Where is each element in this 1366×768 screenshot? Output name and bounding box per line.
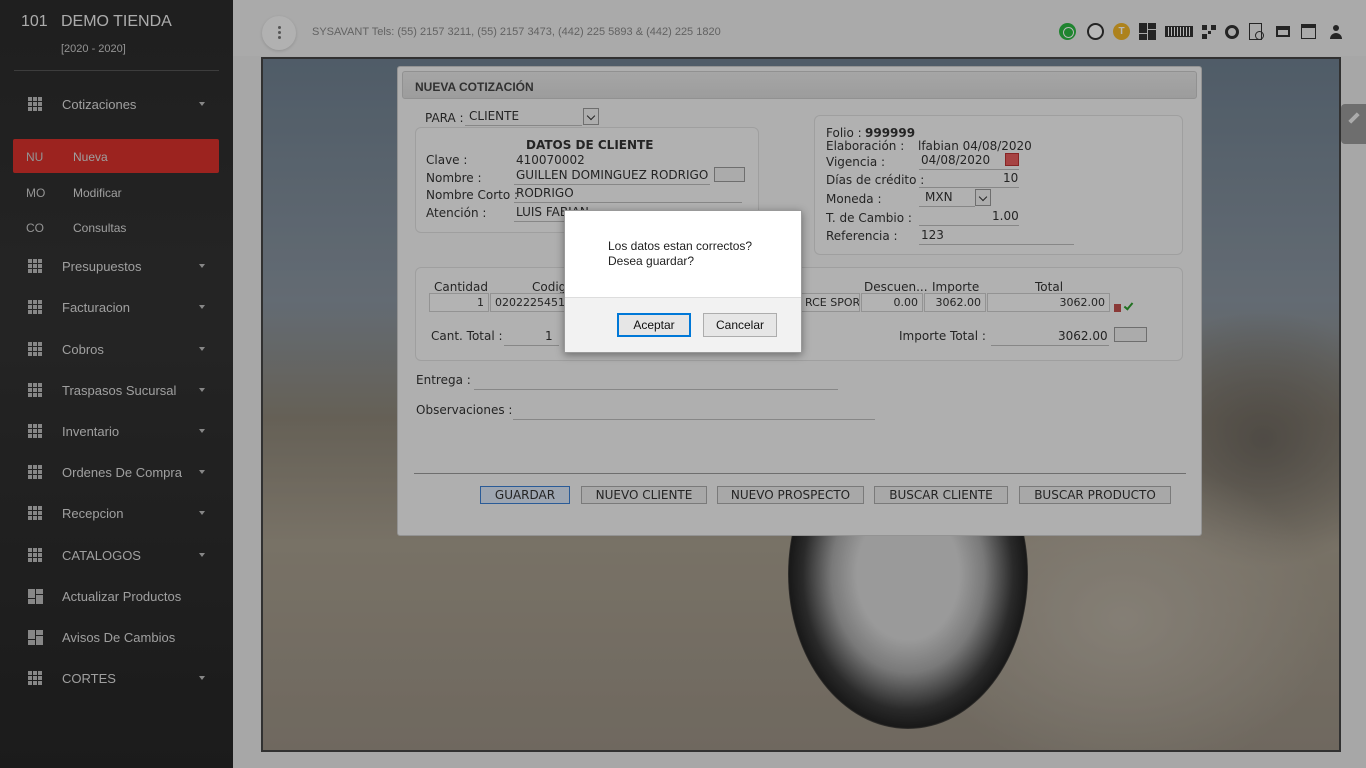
dialog-message-line2: Desea guardar? <box>608 254 695 268</box>
accept-button[interactable]: Aceptar <box>617 313 691 337</box>
dialog-footer: Aceptar Cancelar <box>565 297 801 352</box>
modal-overlay <box>0 0 1366 768</box>
dialog-message-line1: Los datos estan correctos? <box>608 239 753 253</box>
confirm-dialog: Los datos estan correctos? Desea guardar… <box>564 210 802 353</box>
dialog-message: Los datos estan correctos? Desea guardar… <box>608 239 752 269</box>
cancel-button[interactable]: Cancelar <box>703 313 777 337</box>
